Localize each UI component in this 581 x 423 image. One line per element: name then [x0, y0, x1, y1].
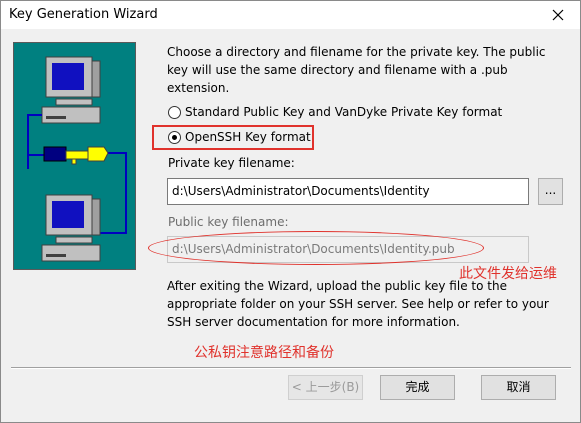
annotation-private-note: 公私钥注意路径和备份: [194, 345, 334, 361]
radio-standard-format[interactable]: Standard Public Key and VanDyke Private …: [168, 105, 502, 119]
radio-button-unchecked[interactable]: [168, 105, 181, 119]
radio-openssh-format[interactable]: OpenSSH Key format: [168, 130, 311, 144]
private-key-input[interactable]: d:\Users\Administrator\Documents\Identit…: [167, 178, 529, 205]
finish-button[interactable]: 完成: [380, 375, 455, 400]
intro-text: Choose a directory and filename for the …: [167, 45, 546, 95]
back-button[interactable]: < 上一步(B): [288, 375, 363, 400]
public-key-label: Public key filename:: [168, 215, 289, 229]
key-generation-wizard-window: Key Generation Wizard Choose a directory…: [0, 0, 581, 423]
wizard-illustration: [13, 42, 136, 270]
computers-key-illustration-icon: [27, 56, 127, 262]
window-title: Key Generation Wizard: [9, 7, 158, 22]
highlight-ellipse: [148, 231, 484, 265]
radio-standard-label: Standard Public Key and VanDyke Private …: [185, 105, 503, 119]
radio-button-checked[interactable]: [168, 130, 181, 144]
separator: [11, 367, 571, 369]
private-key-label: Private key filename:: [168, 156, 295, 170]
close-icon: [552, 9, 564, 21]
wizard-content: Choose a directory and filename for the …: [1, 29, 580, 422]
title-bar: Key Generation Wizard: [1, 1, 580, 29]
radio-openssh-label: OpenSSH Key format: [185, 130, 311, 144]
outro-text: After exiting the Wizard, upload the pub…: [167, 279, 549, 329]
close-button[interactable]: [546, 3, 570, 27]
cancel-button[interactable]: 取消: [481, 375, 556, 400]
browse-button[interactable]: ...: [538, 178, 563, 205]
